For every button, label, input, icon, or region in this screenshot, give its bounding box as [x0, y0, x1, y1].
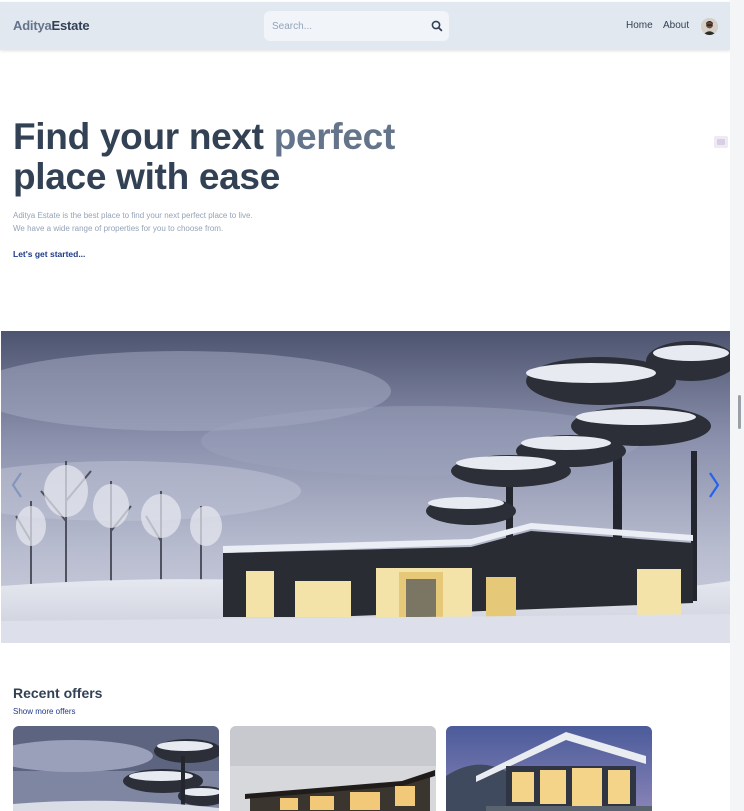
search-input[interactable] [272, 18, 422, 34]
hero-description-line2: We have a wide range of properties for y… [13, 224, 224, 233]
page: AdityaEstate Home About Find your [0, 0, 730, 811]
hero-title-line1: Find your next [13, 116, 274, 157]
offer-card-3[interactable] [446, 726, 652, 811]
hero-title-line2: place with ease [13, 156, 280, 197]
offer-card-1[interactable] [13, 726, 219, 811]
extension-icon[interactable] [714, 136, 728, 148]
hero-image-slider[interactable] [1, 331, 730, 643]
search-icon[interactable] [430, 19, 444, 33]
nav-home-link[interactable]: Home [626, 20, 653, 31]
hero-title: Find your next perfect place with ease [13, 117, 395, 197]
hero-description-line1: Aditya Estate is the best place to find … [13, 211, 253, 220]
recent-offers-title: Recent offers [13, 685, 103, 701]
page-scrollbar-track[interactable] [730, 0, 744, 811]
offer-card-image [230, 726, 436, 811]
slide-image-snowy-cabin [1, 331, 730, 643]
slider-next-icon[interactable] [707, 470, 721, 500]
offer-card-2[interactable] [230, 726, 436, 811]
offer-card-image [446, 726, 652, 811]
avatar[interactable] [701, 18, 718, 35]
hero-description: Aditya Estate is the best place to find … [13, 209, 253, 235]
slider-prev-icon[interactable] [10, 470, 24, 500]
logo[interactable]: AdityaEstate [13, 18, 90, 33]
show-more-offers-link[interactable]: Show more offers [13, 707, 76, 716]
get-started-link[interactable]: Let's get started... [13, 249, 85, 259]
hero-title-highlight: perfect [273, 116, 396, 157]
search-bar [264, 11, 449, 41]
offer-card-image [13, 726, 219, 811]
header: AdityaEstate Home About [0, 2, 730, 50]
logo-part-1: Aditya [13, 18, 52, 33]
scrollbar-handle[interactable] [738, 395, 741, 429]
nav-about-link[interactable]: About [663, 20, 689, 31]
logo-part-2: Estate [51, 18, 90, 33]
